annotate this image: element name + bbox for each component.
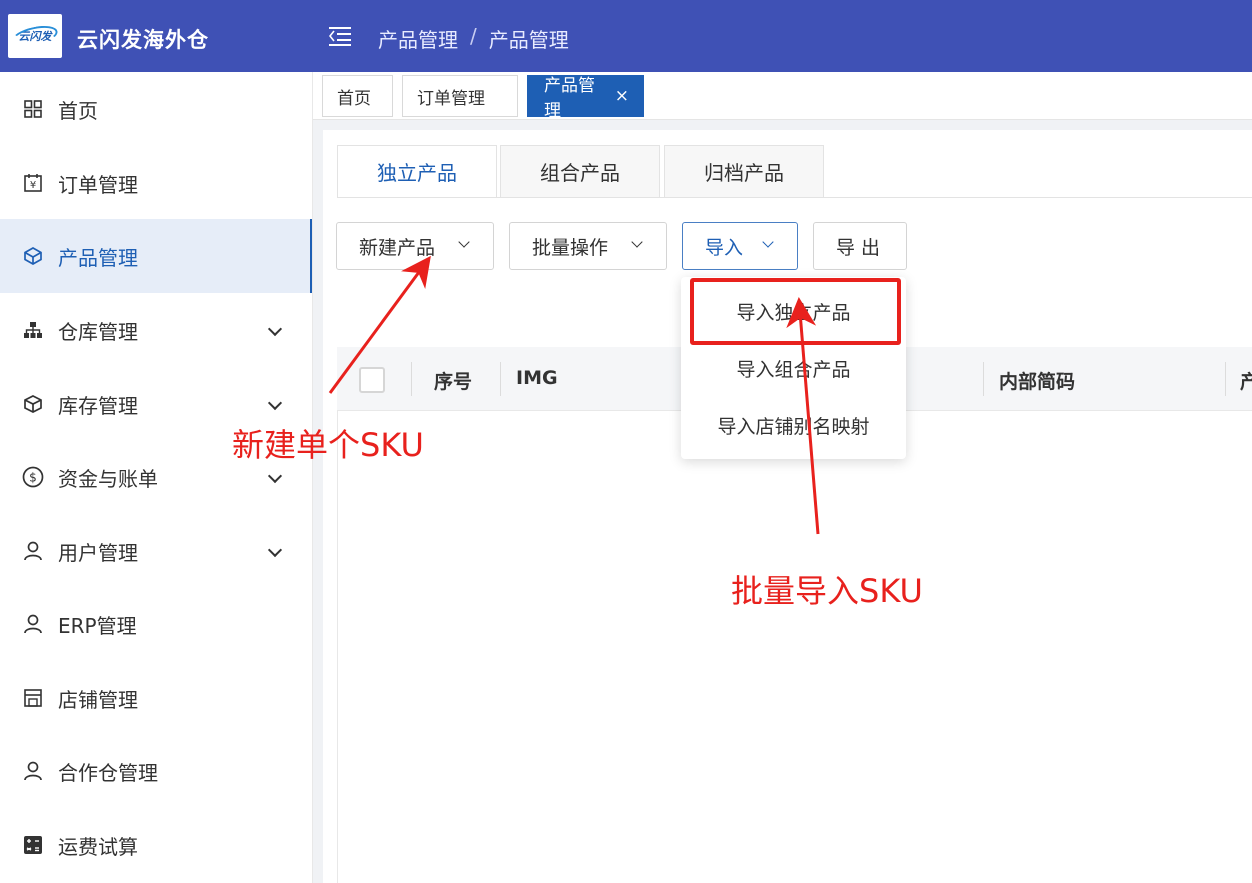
menu-item-label: 导入组合产品 [736,358,851,381]
svg-text:$: $ [29,471,37,485]
sidebar-item-label: 产品管理 [58,245,138,270]
sidebar-item-label: 订单管理 [58,172,138,197]
menu-item-import-store-alias[interactable]: 导入店铺别名映射 [681,397,906,453]
annotation-highlight-box [690,278,901,345]
chevron-down-icon [459,238,469,248]
chevron-down-icon[interactable] [267,543,283,559]
dollar-circle-icon: $ [22,466,44,488]
sidebar-item-stores[interactable]: 店铺管理 [0,661,313,735]
batch-operations-button[interactable]: 批量操作 [509,222,667,270]
annotation-new-single-sku: 新建单个SKU [232,426,424,464]
sidebar-item-label: 资金与账单 [58,466,158,491]
box-icon [22,393,44,415]
user-icon [22,540,44,562]
sidebar-item-partner-warehouse[interactable]: 合作仓管理 [0,734,313,808]
button-label: 批量操作 [532,236,609,259]
chevron-down-icon [763,238,773,248]
top-header: 云闪发 云闪发海外仓 产品管理 / 产品管理 [0,0,1252,72]
app-root: 云闪发 云闪发海外仓 产品管理 / 产品管理 首页 ¥ 订单管理 产品管理 仓库… [0,0,1252,883]
column-divider [500,362,501,396]
annotation-batch-import-sku: 批量导入SKU [731,572,923,610]
chevron-down-icon[interactable] [267,396,283,412]
column-divider [983,362,984,396]
new-product-button[interactable]: 新建产品 [336,222,494,270]
sidebar-item-users[interactable]: 用户管理 [0,514,313,588]
column-header-img: IMG [516,367,558,389]
tab-home[interactable]: 首页 [322,75,393,117]
chevron-down-icon[interactable] [267,469,283,485]
sidebar-item-erp[interactable]: ERP管理 [0,587,313,661]
menu-item-label: 导入店铺别名映射 [717,415,870,438]
button-label: 新建产品 [359,236,436,259]
chevron-down-icon[interactable] [267,322,283,338]
user-icon [22,613,44,635]
column-header-product: 产 [1240,371,1252,393]
tab-label: 首页 [337,88,371,109]
tab-orders[interactable]: 订单管理 [402,75,518,117]
calculator-icon [22,834,44,856]
sidebar-item-orders[interactable]: ¥ 订单管理 [0,146,313,220]
logo: 云闪发 [8,14,62,58]
brand-name: 云闪发海外仓 [77,28,209,52]
column-divider [411,362,412,396]
column-divider [1225,362,1226,396]
table-body-border [337,411,338,883]
user-icon [22,760,44,782]
sidebar-item-label: 店铺管理 [58,687,138,712]
export-button[interactable]: 导 出 [813,222,907,270]
tab-label: 订单管理 [417,88,485,109]
svg-text:¥: ¥ [30,180,36,191]
logo-swoosh-icon [10,22,60,50]
tab-standalone-products[interactable]: 独立产品 [337,145,497,197]
grid-icon [22,98,44,120]
cube-outline-icon [22,245,44,267]
sidebar-item-label: 用户管理 [58,540,138,565]
column-header-internal-code: 内部简码 [999,371,1076,393]
store-icon [22,687,44,709]
sidebar-item-label: 首页 [58,98,98,123]
tab-label: 组合产品 [540,161,620,185]
close-icon[interactable]: × [615,86,629,106]
import-button[interactable]: 导入 [682,222,798,270]
sidebar-item-label: 库存管理 [58,393,138,418]
hierarchy-icon [22,319,44,341]
menu-item-import-combo[interactable]: 导入组合产品 [681,340,906,396]
column-header-index: 序号 [434,371,473,393]
tabs-underline [337,197,1252,198]
tab-label: 归档产品 [704,161,784,185]
tab-archived-products[interactable]: 归档产品 [664,145,824,197]
tab-label: 独立产品 [377,161,457,185]
sidebar: 首页 ¥ 订单管理 产品管理 仓库管理 库存管理 $ 资金与账单 用户管理 ER… [0,72,313,883]
brand[interactable]: 云闪发 云闪发海外仓 [0,0,313,72]
sidebar-item-warehouse[interactable]: 仓库管理 [0,293,313,367]
sidebar-item-shipping-calc[interactable]: 运费试算 [0,808,313,882]
tab-label: 产品管理 [544,76,595,121]
breadcrumb-item-current: 产品管理 [488,28,569,52]
chevron-down-icon [632,238,642,248]
calendar-yen-icon: ¥ [22,172,44,194]
tab-products[interactable]: 产品管理 × [527,75,644,121]
tab-combo-products[interactable]: 组合产品 [500,145,660,197]
sidebar-item-label: 仓库管理 [58,319,138,344]
page-tabs-bar: 首页 订单管理 产品管理 × [313,72,1252,121]
button-label: 导 出 [836,236,881,259]
sidebar-item-label: ERP管理 [58,613,137,638]
select-all-checkbox[interactable] [359,367,385,393]
menu-fold-icon[interactable] [329,27,351,46]
sidebar-item-label: 合作仓管理 [58,760,158,785]
breadcrumb-separator: / [470,24,477,48]
button-label: 导入 [705,236,744,259]
breadcrumb: 产品管理 / 产品管理 [378,24,569,53]
breadcrumb-item[interactable]: 产品管理 [378,24,458,53]
sidebar-item-label: 运费试算 [58,834,138,859]
sidebar-item-products[interactable]: 产品管理 [0,219,313,293]
sidebar-item-home[interactable]: 首页 [0,72,313,146]
